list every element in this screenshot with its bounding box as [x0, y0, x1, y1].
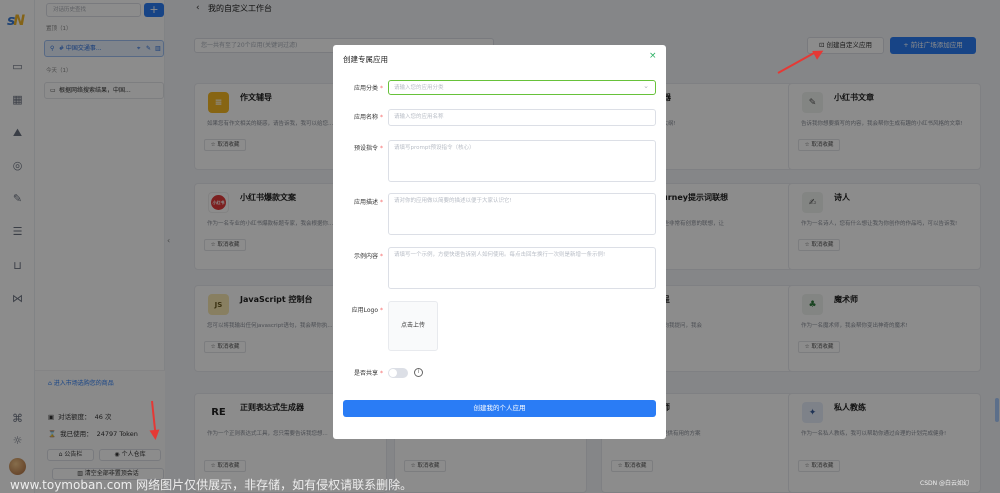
share-label: 是否共享 *	[353, 370, 383, 377]
example-textarea[interactable]: 请填写一个示例，方便快速告诉别人如何使用。每点击回车换行一次则是新增一条示例!	[388, 247, 656, 289]
watermark-left: www.toymoban.com 网络图片仅供展示，非存储，如有侵权请联系删除。	[10, 478, 413, 492]
logo-label: 应用Logo *	[351, 307, 383, 314]
name-input[interactable]: 请输入您的应用名称	[388, 109, 656, 126]
logo-upload-button[interactable]: 点击上传	[388, 301, 438, 351]
category-select[interactable]: 请输入您的应用分类 ⌄	[388, 80, 656, 95]
create-app-submit-button[interactable]: 创建我的个人应用	[343, 400, 656, 417]
preset-textarea[interactable]: 请填写prompt预设指令（核心）	[388, 140, 656, 182]
name-label: 应用名称 *	[353, 114, 383, 121]
toggle-knob	[389, 369, 397, 377]
example-label: 示例内容 *	[353, 253, 383, 260]
info-icon[interactable]: i	[414, 368, 423, 377]
dialog-title: 创建专属应用	[343, 55, 388, 64]
create-app-dialog: 创建专属应用 × 应用分类 * 请输入您的应用分类 ⌄ 应用名称 * 请输入您的应用名…	[333, 45, 666, 439]
chevron-down-icon: ⌄	[643, 82, 649, 90]
watermark-right: CSDN @白云如幻	[920, 480, 970, 487]
page-scrollbar[interactable]	[995, 398, 999, 422]
description-textarea[interactable]: 请对你的应用做以简要的描述以便于大家认识它!	[388, 193, 656, 235]
category-label: 应用分类 *	[353, 85, 383, 92]
preset-label: 预设指令 *	[353, 145, 383, 152]
close-icon[interactable]: ×	[649, 51, 657, 61]
share-toggle[interactable]	[388, 368, 408, 378]
description-label: 应用描述 *	[353, 199, 383, 206]
